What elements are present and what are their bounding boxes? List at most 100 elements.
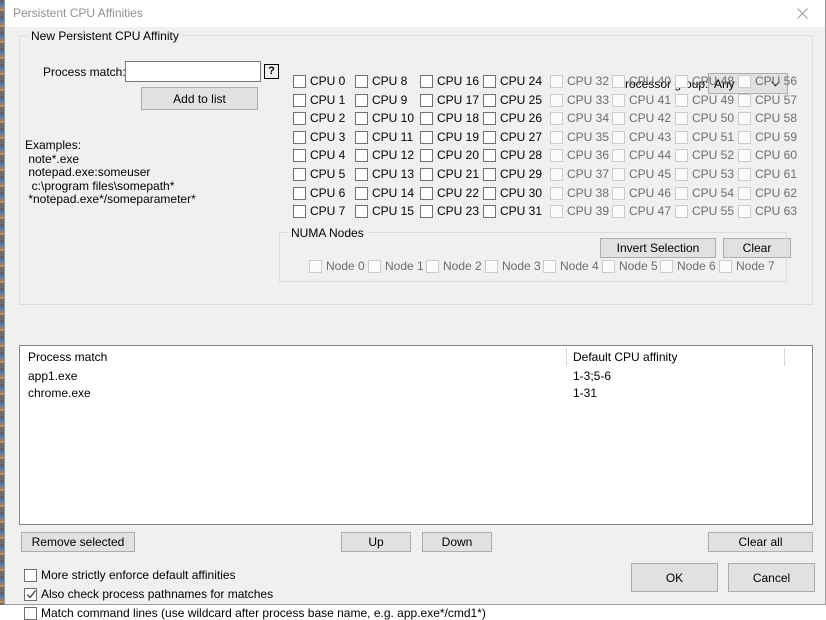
cpu-checkbox-cpu-25[interactable]: CPU 25 [483, 93, 542, 107]
cpu-checkbox-cpu-33: CPU 33 [550, 93, 609, 107]
column-divider-1[interactable] [566, 348, 567, 366]
cpu-checkbox-cpu-11[interactable]: CPU 11 [355, 130, 413, 144]
cpu-checkbox-cpu-21[interactable]: CPU 21 [420, 167, 479, 181]
cpu-checkbox-cpu-14[interactable]: CPU 14 [355, 186, 414, 200]
remove-selected-button[interactable]: Remove selected [21, 532, 135, 552]
process-match-input[interactable] [125, 61, 261, 82]
title-bar: Persistent CPU Affinities [5, 0, 825, 28]
checkbox-label: Node 3 [502, 259, 541, 273]
cpu-checkbox-cpu-7[interactable]: CPU 7 [293, 204, 345, 218]
cpu-checkbox-cpu-12[interactable]: CPU 12 [355, 148, 414, 162]
cpu-checkbox-cpu-9[interactable]: CPU 9 [355, 93, 407, 107]
checkbox-label: CPU 1 [310, 93, 346, 107]
cpu-checkbox-cpu-36: CPU 36 [550, 148, 609, 162]
affinity-list[interactable]: Process match Default CPU affinity app1.… [19, 345, 813, 525]
checkbox-label: CPU 19 [437, 130, 480, 144]
checkbox-label: CPU 38 [567, 186, 610, 200]
close-button[interactable] [780, 0, 825, 27]
checkbox-label: CPU 35 [567, 130, 610, 144]
affinity-list-body: app1.exe 1-3;5-6 chrome.exe 1-31 [20, 368, 812, 402]
checkbox-label: CPU 44 [629, 148, 672, 162]
numa-checkbox-node-7: Node 7 [719, 259, 775, 273]
cpu-checkbox-cpu-10[interactable]: CPU 10 [355, 111, 414, 125]
cpu-checkbox-cpu-6[interactable]: CPU 6 [293, 186, 345, 200]
checkbox-label: CPU 14 [372, 186, 415, 200]
checkbox-box [420, 74, 433, 88]
cpu-checkbox-cpu-23[interactable]: CPU 23 [420, 204, 479, 218]
cpu-checkbox-cpu-18[interactable]: CPU 18 [420, 111, 479, 125]
cpu-checkbox-cpu-1[interactable]: CPU 1 [293, 93, 345, 107]
numa-checkbox-node-5: Node 5 [602, 259, 658, 273]
move-down-button[interactable]: Down [422, 532, 492, 552]
process-match-label: Process match: [43, 65, 126, 79]
numa-nodes-groupbox-legend: NUMA Nodes [288, 226, 367, 240]
checkbox-box [612, 111, 625, 125]
checkbox-box [483, 130, 496, 144]
cancel-button[interactable]: Cancel [728, 563, 815, 592]
checkbox-box [550, 93, 563, 107]
cpu-checkbox-cpu-22[interactable]: CPU 22 [420, 186, 479, 200]
add-to-list-button[interactable]: Add to list [141, 87, 258, 110]
checkbox-box [420, 204, 433, 218]
checkbox-label: CPU 33 [567, 93, 610, 107]
check-icon [26, 588, 37, 601]
cell-process-match: chrome.exe [28, 386, 91, 400]
option-match-command-lines[interactable]: Match command lines (use wildcard after … [24, 606, 486, 620]
cpu-checkbox-cpu-4[interactable]: CPU 4 [293, 148, 345, 162]
option-check-process-pathnames[interactable]: Also check process pathnames for matches [24, 587, 273, 601]
cpu-checkbox-cpu-30[interactable]: CPU 30 [483, 186, 542, 200]
cpu-checkbox-cpu-31[interactable]: CPU 31 [483, 204, 542, 218]
cpu-checkbox-cpu-16[interactable]: CPU 16 [420, 74, 479, 88]
checkbox-label: CPU 59 [755, 130, 798, 144]
clear-all-button[interactable]: Clear all [708, 532, 813, 552]
cpu-checkbox-cpu-20[interactable]: CPU 20 [420, 148, 479, 162]
checkbox-box [675, 186, 688, 200]
new-affinity-groupbox-legend: New Persistent CPU Affinity [28, 29, 182, 43]
table-row[interactable]: app1.exe 1-3;5-6 [20, 368, 812, 385]
checkbox-box [675, 204, 688, 218]
cpu-checkbox-cpu-29[interactable]: CPU 29 [483, 167, 542, 181]
checkbox-box [420, 148, 433, 162]
cpu-checkbox-cpu-13[interactable]: CPU 13 [355, 167, 414, 181]
affinity-list-header: Process match Default CPU affinity [20, 346, 812, 368]
checkbox-label: CPU 2 [310, 111, 346, 125]
cpu-checkbox-cpu-15[interactable]: CPU 15 [355, 204, 414, 218]
cpu-checkbox-cpu-2[interactable]: CPU 2 [293, 111, 345, 125]
ok-button[interactable]: OK [631, 563, 718, 592]
move-up-button[interactable]: Up [341, 532, 411, 552]
help-icon[interactable]: ? [264, 64, 279, 79]
cpu-checkbox-cpu-26[interactable]: CPU 26 [483, 111, 542, 125]
cpu-checkbox-cpu-3[interactable]: CPU 3 [293, 130, 345, 144]
column-header-process-match[interactable]: Process match [28, 350, 107, 364]
numa-nodes-groupbox: NUMA Nodes [279, 226, 787, 282]
checkbox-label: CPU 63 [755, 204, 798, 218]
checkbox-box [550, 186, 563, 200]
option-more-strictly-enforce[interactable]: More strictly enforce default affinities [24, 568, 236, 582]
checkbox-label: Node 0 [326, 259, 365, 273]
cpu-checkbox-cpu-27[interactable]: CPU 27 [483, 130, 542, 144]
cpu-checkbox-cpu-19[interactable]: CPU 19 [420, 130, 479, 144]
checkbox-label: CPU 49 [692, 93, 735, 107]
checkbox-label: CPU 45 [629, 167, 672, 181]
numa-checkbox-node-1: Node 1 [368, 259, 424, 273]
cell-default-cpu-affinity: 1-3;5-6 [573, 369, 612, 383]
cpu-checkbox-cpu-8[interactable]: CPU 8 [355, 74, 407, 88]
cpu-checkbox-cpu-5[interactable]: CPU 5 [293, 167, 345, 181]
checkbox-label: CPU 29 [500, 167, 543, 181]
checkbox-label: More strictly enforce default affinities [41, 568, 236, 582]
checkbox-box [293, 93, 306, 107]
checkbox-box [420, 93, 433, 107]
cpu-checkbox-cpu-24[interactable]: CPU 24 [483, 74, 542, 88]
column-header-default-cpu-affinity[interactable]: Default CPU affinity [573, 350, 678, 364]
checkbox-box [368, 259, 381, 273]
column-divider-2[interactable] [784, 348, 785, 366]
cpu-checkbox-cpu-0[interactable]: CPU 0 [293, 74, 345, 88]
table-row[interactable]: chrome.exe 1-31 [20, 385, 812, 402]
cpu-checkbox-cpu-57: CPU 57 [738, 93, 797, 107]
close-icon [797, 8, 808, 19]
cpu-checkbox-cpu-17[interactable]: CPU 17 [420, 93, 479, 107]
checkbox-box [483, 148, 496, 162]
checkbox-box [675, 93, 688, 107]
cpu-checkbox-cpu-28[interactable]: CPU 28 [483, 148, 542, 162]
checkbox-box [485, 259, 498, 273]
